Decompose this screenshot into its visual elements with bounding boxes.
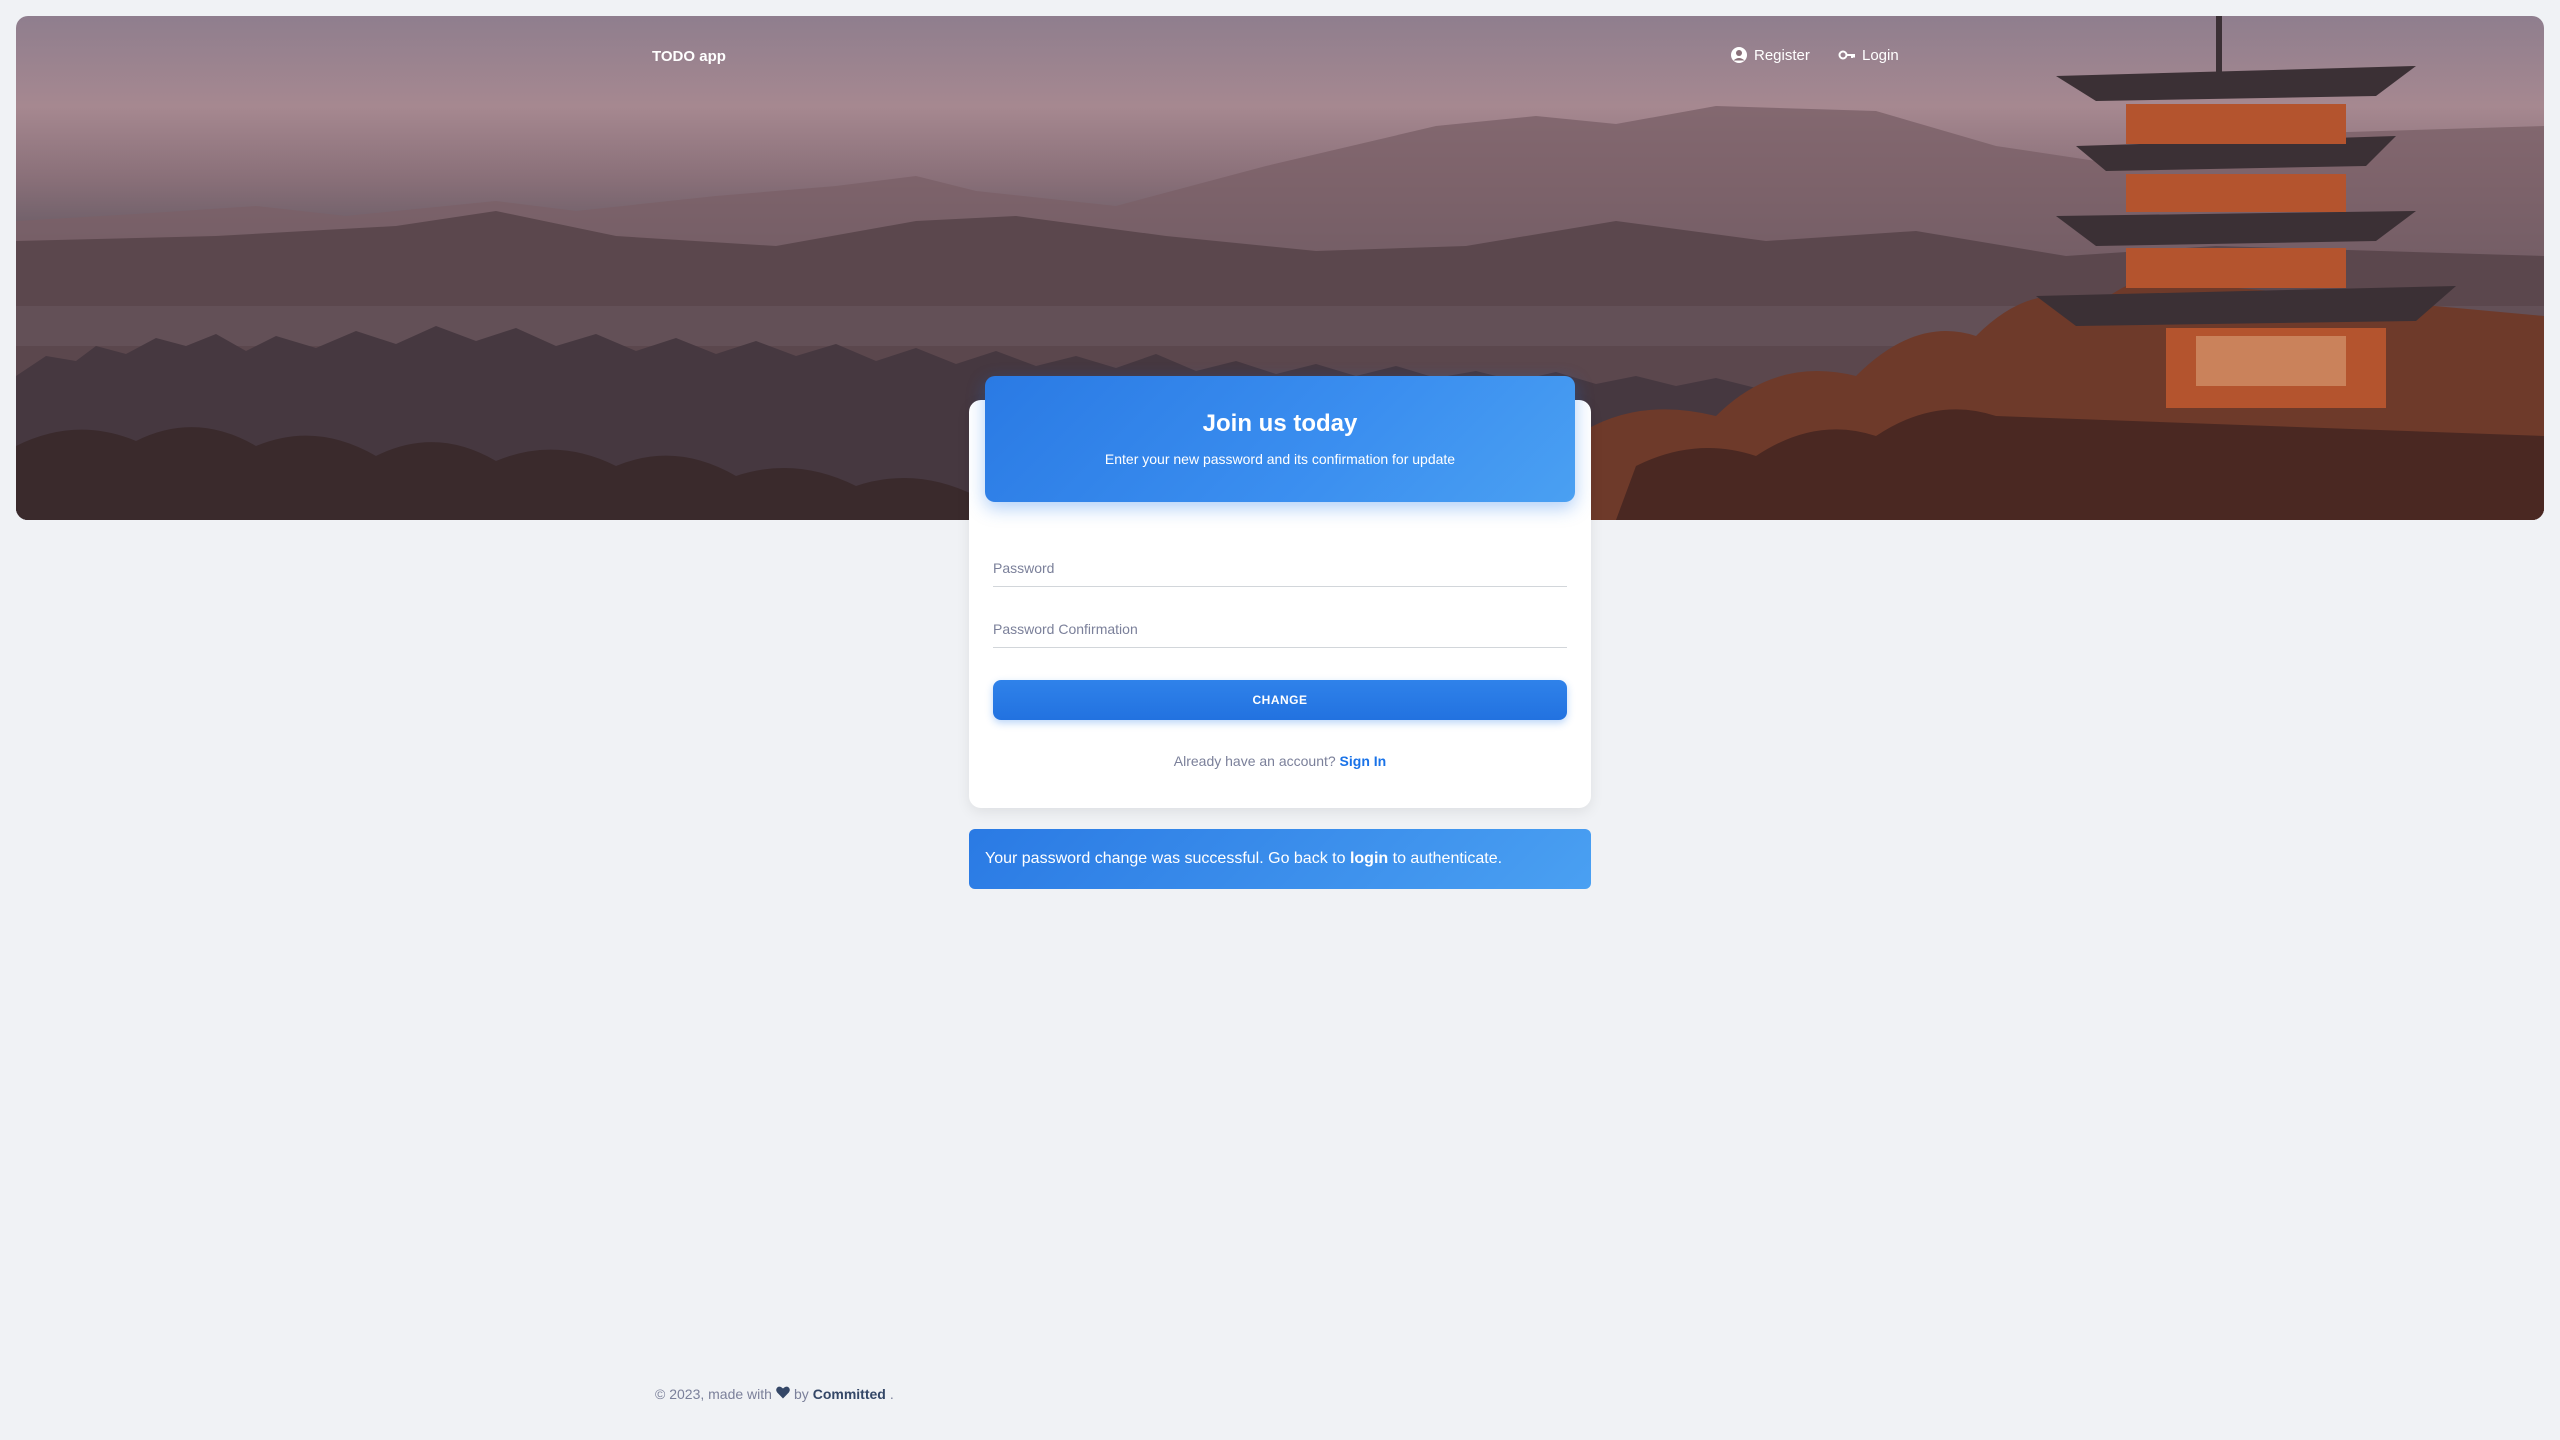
card-header: Join us today Enter your new password an… xyxy=(985,376,1575,502)
success-alert: Your password change was successful. Go … xyxy=(969,829,1591,889)
top-navbar: TODO app Register Login xyxy=(16,16,2544,96)
sign-in-prompt: Already have an account? Sign In xyxy=(969,753,1591,769)
card-title: Join us today xyxy=(1202,410,1358,437)
footer-suffix: . xyxy=(889,1386,894,1402)
already-account-text: Already have an account? xyxy=(1173,753,1336,769)
nav-register-link[interactable]: Register xyxy=(1730,46,1810,64)
sign-in-link[interactable]: Sign In xyxy=(1340,753,1387,769)
nav-login-link[interactable]: Login xyxy=(1838,46,1899,64)
alert-text-after: to authenticate. xyxy=(1392,850,1503,867)
card-subtitle: Enter your new password and its confirma… xyxy=(1104,451,1456,467)
password-confirmation-field xyxy=(993,611,1567,648)
footer: © 2023, made with by Committed . xyxy=(655,1386,894,1402)
change-button[interactable]: CHANGE xyxy=(993,680,1567,720)
footer-prefix: © 2023, made with xyxy=(655,1386,772,1402)
alert-login-link[interactable]: login xyxy=(1350,850,1388,867)
footer-company-link[interactable]: Committed xyxy=(813,1386,886,1402)
password-input[interactable] xyxy=(993,550,1567,586)
user-circle-icon xyxy=(1730,46,1748,64)
nav-register-label: Register xyxy=(1754,46,1810,64)
footer-by: by xyxy=(793,1386,809,1402)
password-field xyxy=(993,550,1567,587)
brand-title[interactable]: TODO app xyxy=(652,48,726,65)
nav-login-label: Login xyxy=(1862,46,1899,64)
key-icon xyxy=(1838,46,1856,64)
password-confirmation-input[interactable] xyxy=(993,611,1567,647)
heart-icon xyxy=(776,1386,790,1402)
alert-text-before: Your password change was successful. Go … xyxy=(985,850,1346,867)
